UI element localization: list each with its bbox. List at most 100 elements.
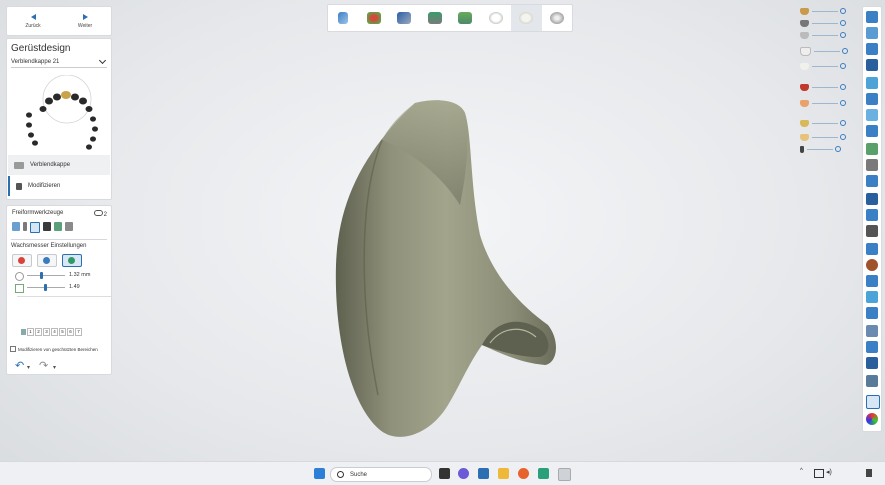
notification-icon[interactable]: [866, 469, 872, 477]
visibility-bar: [812, 65, 838, 67]
eye-icon[interactable]: [840, 20, 846, 26]
view-tool-icon[interactable]: [866, 307, 878, 319]
sphere-tool-button[interactable]: [542, 5, 573, 31]
preset-2[interactable]: 2: [35, 328, 42, 336]
smooth-tool-icon[interactable]: [54, 222, 62, 231]
element-selector[interactable]: Verblendkappe 21: [11, 56, 107, 68]
wax-knife-tool-icon[interactable]: [30, 222, 40, 233]
view-tool-icon[interactable]: [866, 395, 880, 409]
view-tool-icon[interactable]: [866, 291, 878, 303]
redo-icon[interactable]: ↷: [39, 359, 48, 372]
view-tool-icon[interactable]: [866, 325, 878, 337]
tooth-tool-button[interactable]: [481, 5, 512, 31]
view-tool-icon[interactable]: [866, 193, 878, 205]
remove-mode-button[interactable]: [37, 254, 57, 267]
view-tool-icon[interactable]: [866, 43, 878, 55]
step-modifizieren[interactable]: Modifizieren: [8, 176, 110, 196]
gingiva-tool-button[interactable]: [450, 5, 481, 31]
object-row[interactable]: [800, 98, 848, 108]
strength-slider[interactable]: 1.49: [11, 282, 107, 294]
eye-icon[interactable]: [840, 63, 846, 69]
adapt-tool-icon[interactable]: [65, 222, 73, 231]
view-tool-icon[interactable]: [866, 27, 878, 39]
eye-icon[interactable]: [840, 8, 846, 14]
size-thumb[interactable]: [40, 272, 43, 279]
preset-1[interactable]: 1: [27, 328, 34, 336]
view-tool-icon[interactable]: [866, 11, 878, 23]
view-tool-icon[interactable]: [866, 375, 878, 387]
view-tool-icon[interactable]: [866, 175, 878, 187]
object-row[interactable]: [800, 144, 848, 154]
view-tool-icon[interactable]: [866, 125, 878, 137]
model-tool-button[interactable]: [420, 5, 451, 31]
preset-5[interactable]: 5: [59, 328, 66, 336]
veneer-cap-model[interactable]: [320, 95, 570, 445]
view-tool-icon[interactable]: [866, 59, 878, 71]
taskview-icon[interactable]: [439, 468, 450, 479]
exocad-icon[interactable]: [558, 468, 571, 481]
object-row[interactable]: [800, 46, 848, 56]
tooth-arch-map[interactable]: [19, 75, 103, 155]
step-verblendkappe[interactable]: Verblendkappe: [8, 155, 110, 175]
object-row[interactable]: [800, 118, 848, 128]
size-slider[interactable]: 1.32 mm: [11, 270, 107, 282]
chat-icon[interactable]: [458, 468, 469, 479]
object-row[interactable]: [800, 61, 848, 71]
view-tool-icon[interactable]: [866, 243, 878, 255]
abutment-tool-button[interactable]: [389, 5, 420, 31]
folder-icon[interactable]: [498, 468, 509, 479]
object-row[interactable]: [800, 132, 848, 142]
preset-3[interactable]: 3: [43, 328, 50, 336]
strength-thumb[interactable]: [44, 284, 47, 291]
preset-6[interactable]: 6: [67, 328, 74, 336]
app-icon[interactable]: [538, 468, 549, 479]
view-tool-icon[interactable]: [866, 357, 878, 369]
view-tool-icon[interactable]: [866, 77, 878, 89]
object-row[interactable]: [800, 82, 848, 92]
object-row[interactable]: [800, 18, 848, 28]
color-icon[interactable]: [866, 413, 878, 425]
view-tool-icon[interactable]: [866, 225, 878, 237]
view-tool-icon[interactable]: [866, 109, 878, 121]
back-button[interactable]: Zurück: [7, 7, 59, 35]
object-row[interactable]: [800, 30, 848, 40]
object-row[interactable]: [800, 6, 848, 16]
smooth-mode-button[interactable]: [62, 254, 82, 267]
monitor-icon[interactable]: [814, 469, 824, 478]
view-tool-icon[interactable]: [866, 93, 878, 105]
view-tool-icon[interactable]: [866, 259, 878, 271]
view-tool-icon[interactable]: [866, 275, 878, 287]
add-mode-button[interactable]: [12, 254, 32, 267]
eye-icon[interactable]: [840, 100, 846, 106]
app-icon[interactable]: [478, 468, 489, 479]
start-icon[interactable]: [314, 468, 325, 479]
next-button[interactable]: Weiter: [59, 7, 111, 35]
undo-dropdown-icon[interactable]: ▾: [27, 364, 30, 371]
chevron-up-icon[interactable]: ^: [800, 468, 803, 474]
prep-tool-button[interactable]: [359, 5, 390, 31]
eye-icon[interactable]: [840, 120, 846, 126]
redo-dropdown-icon[interactable]: ▾: [53, 364, 56, 371]
firefox-icon[interactable]: [518, 468, 529, 479]
checkbox-box[interactable]: [10, 346, 16, 352]
view-tool-icon[interactable]: [866, 341, 878, 353]
preset-4[interactable]: 4: [51, 328, 58, 336]
undo-icon[interactable]: ↶: [15, 359, 24, 372]
knife-tool-icon[interactable]: [23, 222, 27, 231]
view-tool-icon[interactable]: [866, 143, 878, 155]
eye-icon[interactable]: [835, 146, 841, 152]
eye-icon[interactable]: [840, 32, 846, 38]
eye-icon[interactable]: [840, 134, 846, 140]
eye-icon[interactable]: [840, 84, 846, 90]
view-tool-icon[interactable]: [866, 209, 878, 221]
eye-icon[interactable]: [842, 48, 848, 54]
speaker-icon[interactable]: ◂): [826, 468, 832, 476]
morph-tool-icon[interactable]: [43, 222, 51, 231]
taskbar-search[interactable]: Suche: [330, 467, 432, 482]
cap-tool-button[interactable]: [511, 5, 542, 31]
modify-protected-checkbox[interactable]: Modifizieren von geschützten Bereichen: [10, 346, 98, 352]
scan-tool-button[interactable]: [328, 5, 359, 31]
preset-7[interactable]: 7: [75, 328, 82, 336]
brush-tool-icon[interactable]: [12, 222, 20, 231]
view-tool-icon[interactable]: [866, 159, 878, 171]
